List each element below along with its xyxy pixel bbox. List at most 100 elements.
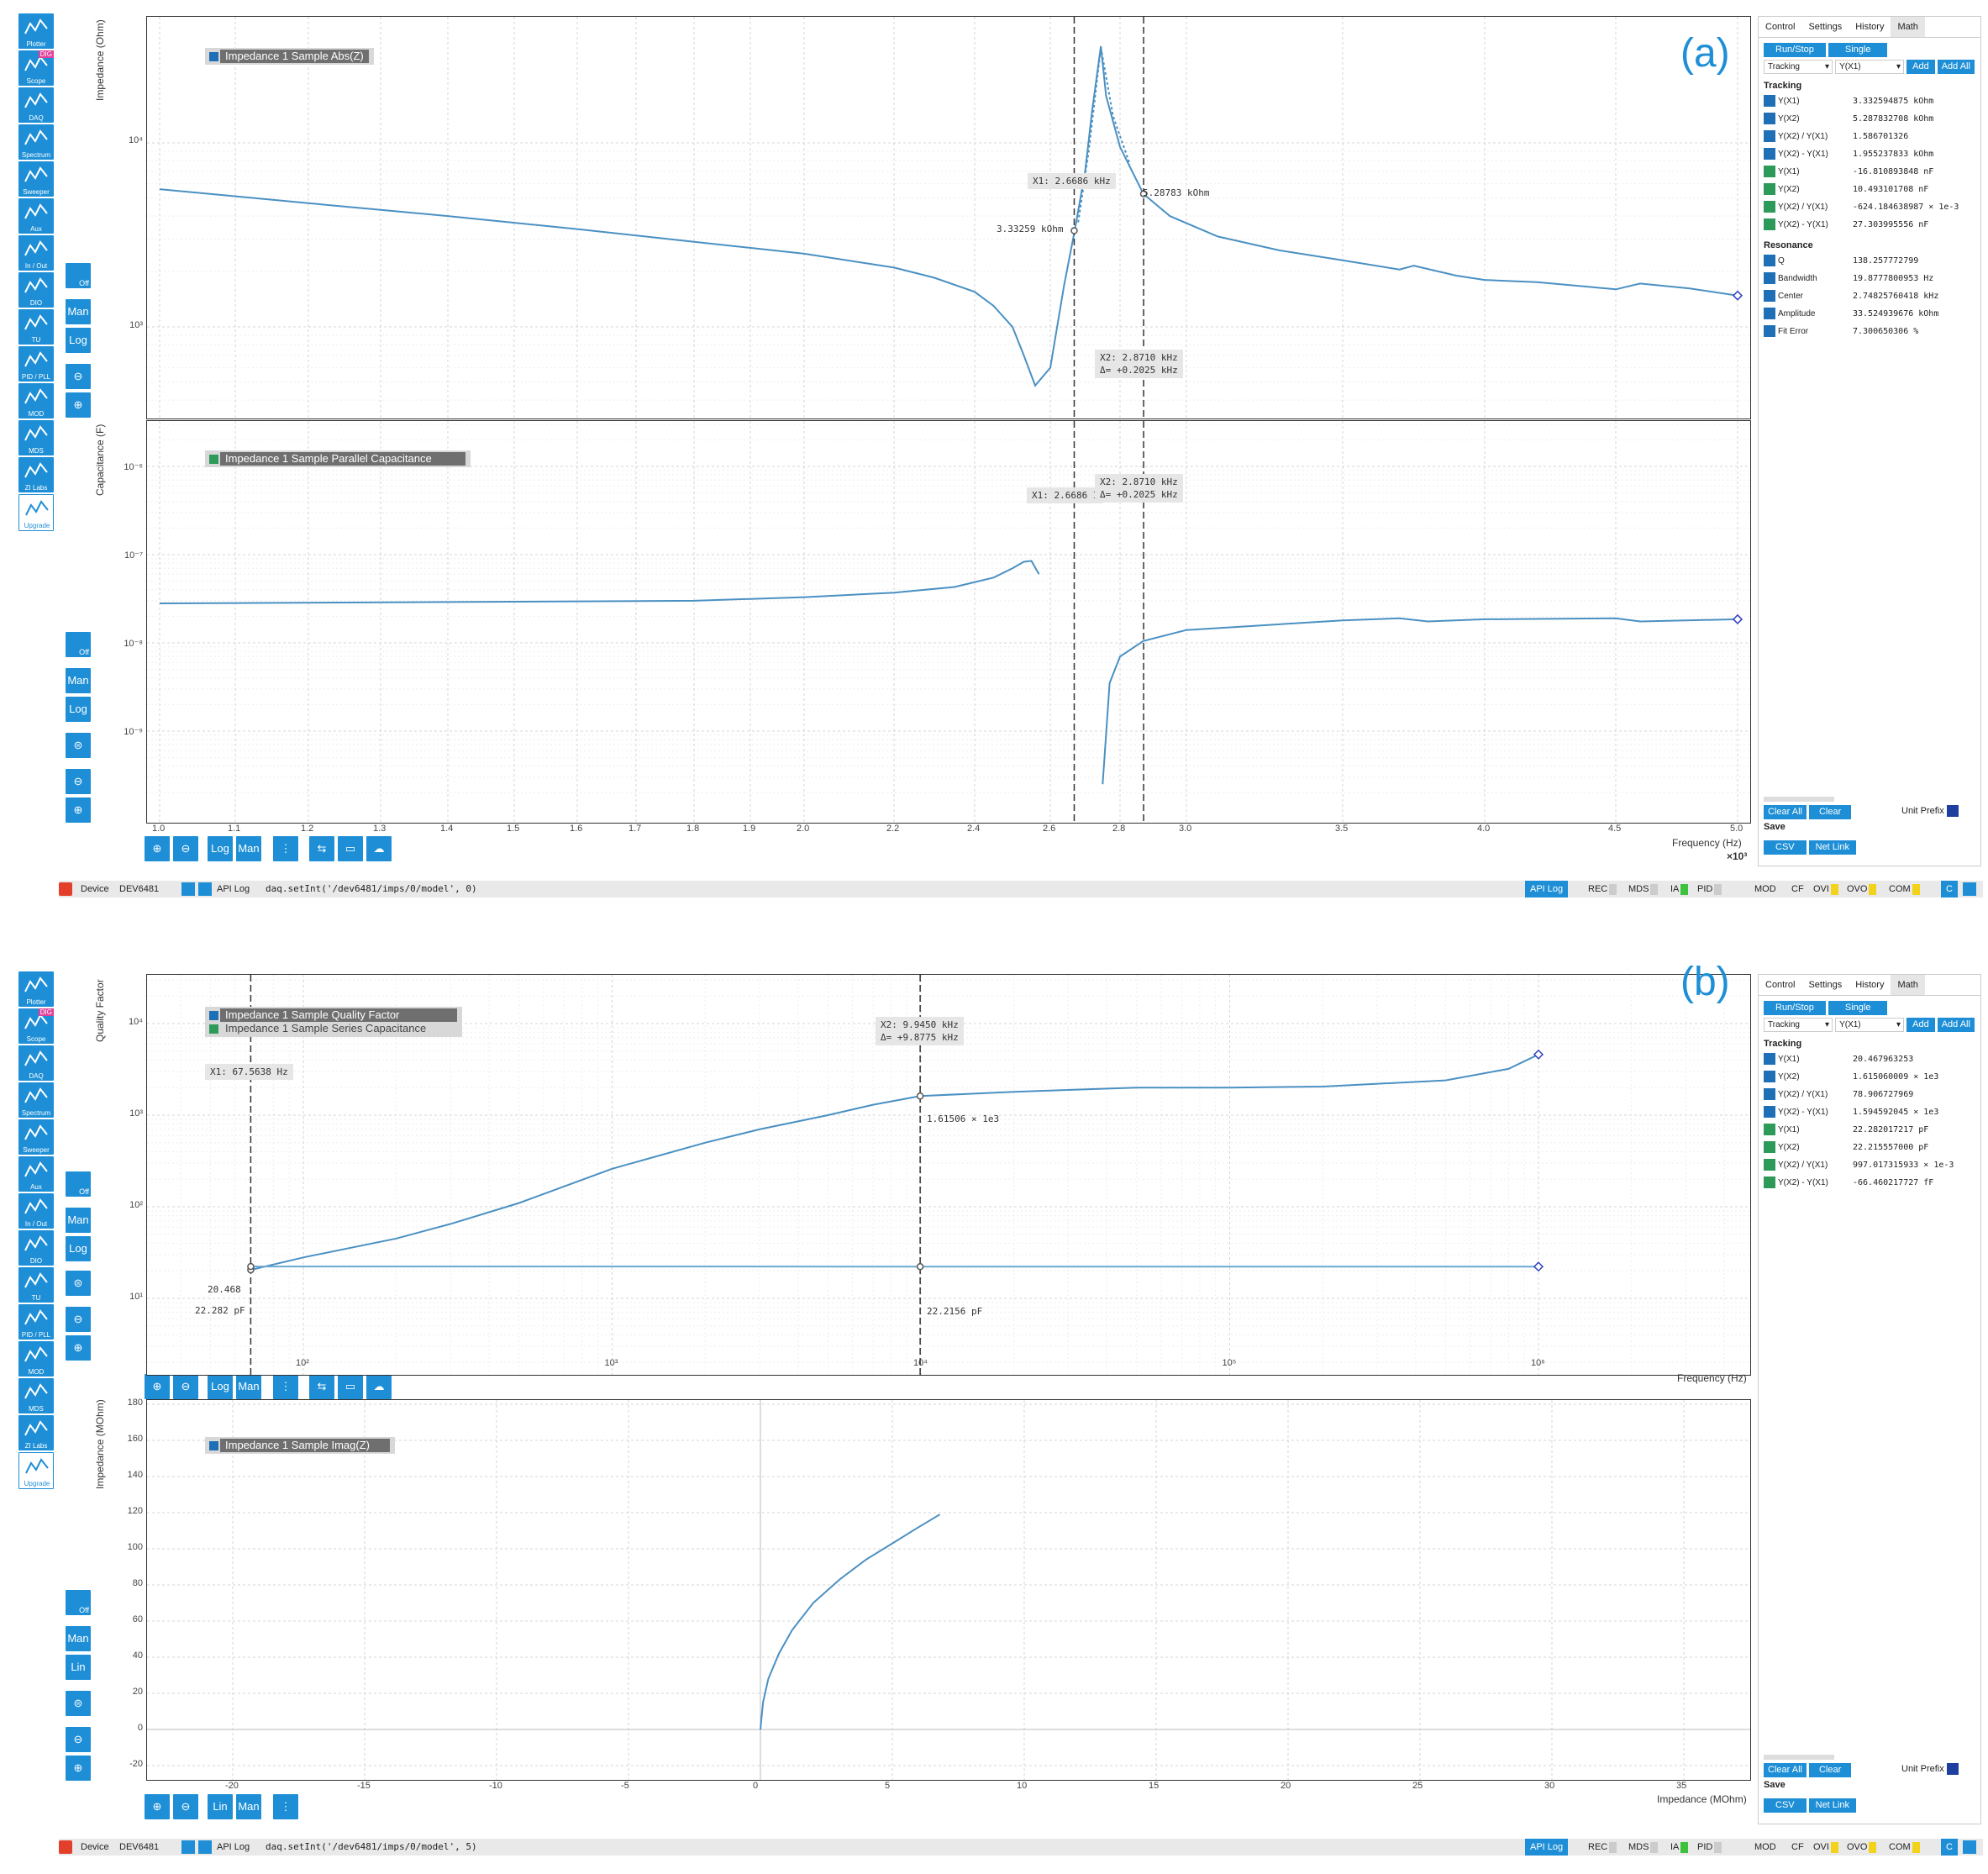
sidebar-item-plotter[interactable]: Plotter [18,13,54,49]
x-log-button[interactable]: Log [208,1374,233,1399]
tab-history[interactable]: History [1849,975,1891,995]
math-type-select[interactable]: Tracking▾ [1764,60,1833,74]
zoom-in-icon[interactable]: ⊕ [66,392,91,418]
tracking-row[interactable]: Y(X2) - Y(X1)1.594592045 × 1e3 [1759,1103,1980,1121]
clear-all-button[interactable]: Clear All [1764,1763,1807,1777]
cursor-x2-point-2[interactable] [918,1264,923,1270]
settings-icon[interactable] [1963,882,1976,896]
zoom-out-icon-2[interactable]: ⊖ [66,769,91,794]
x-lin-button[interactable]: Lin [208,1794,233,1819]
api-log-button[interactable]: API Log [1525,881,1568,898]
cursor-off-button-2[interactable]: Off [66,1590,91,1615]
trace-end-marker[interactable] [1733,292,1742,300]
sidebar-item-in-out[interactable]: In / Out [18,1193,54,1229]
zoom-in-icon[interactable]: ⊕ [66,1335,91,1361]
imag-z-plot[interactable] [146,1399,1751,1781]
cursor-icon[interactable]: ⋮ [273,836,298,861]
log-scale-button[interactable]: Log [66,328,91,353]
man-scale-button[interactable]: Man [66,299,91,324]
x-man-button-2[interactable]: Man [236,1794,261,1819]
tracking-row[interactable]: Y(X2) / Y(X1)78.906727969 [1759,1086,1980,1103]
tracking-row[interactable]: Y(X2) / Y(X1)1.586701326 [1759,128,1980,145]
zoom-in-icon-2[interactable]: ⊕ [66,798,91,823]
tracking-row[interactable]: Y(X2) / Y(X1)997.017315933 × 1e-3 [1759,1156,1980,1174]
api-log-button[interactable]: API Log [1525,1839,1568,1856]
lin-scale-button[interactable]: Lin [66,1655,91,1680]
device-id[interactable]: DEV6481 [119,881,159,898]
math-signal-select[interactable]: Y(X1)▾ [1835,1018,1904,1032]
tracking-row[interactable]: Y(X2)5.287832708 kOhm [1759,110,1980,128]
single-button[interactable]: Single [1828,1001,1888,1015]
tracking-row[interactable]: Y(X2) - Y(X1)27.303995556 nF [1759,216,1980,234]
sidebar-item-in-out[interactable]: In / Out [18,235,54,271]
list-icon[interactable] [198,882,212,896]
abs-z-plot[interactable] [146,16,1751,419]
clear-all-button[interactable]: Clear All [1764,805,1807,819]
clear-button[interactable]: Clear [1809,805,1851,819]
resonance-row[interactable]: Q138.257772799 [1759,252,1980,270]
sidebar-item-scope[interactable]: DIGScope [18,1008,54,1044]
tab-settings[interactable]: Settings [1801,975,1849,995]
sidebar-item-dio[interactable]: DIO [18,1230,54,1266]
cursor-off-icon[interactable]: ⋮ [273,1794,298,1819]
math-signal-select[interactable]: Y(X1)▾ [1835,60,1904,74]
sidebar-item-dio[interactable]: DIO [18,272,54,308]
add-button[interactable]: Add [1906,1018,1935,1032]
sidebar-item-pid-pll[interactable]: PID / PLL [18,346,54,382]
cursor-off-button-2[interactable]: Off [66,632,91,657]
net-link-button[interactable]: Net Link [1809,840,1856,855]
sidebar-item-mod[interactable]: MOD [18,1341,54,1377]
sidebar-item-scope[interactable]: DIGScope [18,50,54,86]
cursor-off-button[interactable]: Off [66,263,91,288]
cloud-upload-icon[interactable]: ☁ [366,836,392,861]
sidebar-item-zi-labs[interactable]: ZI Labs [18,1415,54,1450]
x-man-button[interactable]: Man [236,1374,261,1399]
tracking-row[interactable]: Y(X1)-16.810893848 nF [1759,163,1980,181]
c-button[interactable]: C [1941,1839,1958,1856]
net-link-button[interactable]: Net Link [1809,1798,1856,1813]
cursor-off-button[interactable]: Off [66,1171,91,1197]
x-zoom-out-icon[interactable]: ⊖ [173,1374,198,1399]
add-all-button[interactable]: Add All [1938,60,1975,74]
sidebar-item-zi-labs[interactable]: ZI Labs [18,457,54,492]
sidebar-item-plotter[interactable]: Plotter [18,971,54,1007]
export-icon[interactable]: ▭ [338,1374,363,1399]
clear-button[interactable]: Clear [1809,1763,1851,1777]
tab-history[interactable]: History [1849,17,1891,37]
sidebar-item-tu[interactable]: TU [18,1267,54,1303]
csv-button[interactable]: CSV [1764,840,1807,855]
tab-math[interactable]: Math [1891,975,1924,995]
cursor-x1-point[interactable] [1071,228,1077,234]
sidebar-item-daq[interactable]: DAQ [18,87,54,123]
scrollbar[interactable] [1764,797,1834,802]
sidebar-item-daq[interactable]: DAQ [18,1045,54,1081]
power-icon[interactable] [59,1840,72,1854]
resonance-row[interactable]: Center2.74825760418 kHz [1759,287,1980,305]
sidebar-item-spectrum[interactable]: Spectrum [18,1082,54,1118]
unit-prefix-toggle[interactable] [1947,805,1959,817]
tab-settings[interactable]: Settings [1801,17,1849,37]
resonance-row[interactable]: Fit Error7.300650306 % [1759,323,1980,340]
zoom-in-icon-2[interactable]: ⊕ [66,1756,91,1781]
capacitance-plot[interactable] [146,420,1751,824]
sidebar-item-sweeper[interactable]: Sweeper [18,161,54,197]
add-all-button[interactable]: Add All [1938,1018,1975,1032]
sidebar-item-upgrade[interactable]: Upgrade [18,1452,54,1489]
tab-control[interactable]: Control [1759,17,1801,37]
tracking-row[interactable]: Y(X1)3.332594875 kOhm [1759,92,1980,110]
export-icon[interactable]: ▭ [338,836,363,861]
zoom-fit-icon[interactable]: ⊜ [66,733,91,758]
network-icon[interactable] [181,882,195,896]
x-log-button[interactable]: Log [208,836,233,861]
log-scale-button-2[interactable]: Log [66,697,91,722]
tracking-row[interactable]: Y(X2)10.493101708 nF [1759,181,1980,198]
x-zoom-in-icon[interactable]: ⊕ [145,836,170,861]
tracking-row[interactable]: Y(X2) / Y(X1)-624.184638987 × 1e-3 [1759,198,1980,216]
fit-icon[interactable]: ⇆ [309,1374,334,1399]
x-zoom-out-icon-2[interactable]: ⊖ [173,1794,198,1819]
sidebar-item-aux[interactable]: Aux [18,198,54,234]
zoom-out-icon-2[interactable]: ⊖ [66,1727,91,1752]
sidebar-item-aux[interactable]: Aux [18,1156,54,1192]
tracking-row[interactable]: Y(X1)22.282017217 pF [1759,1121,1980,1139]
single-button[interactable]: Single [1828,43,1888,57]
